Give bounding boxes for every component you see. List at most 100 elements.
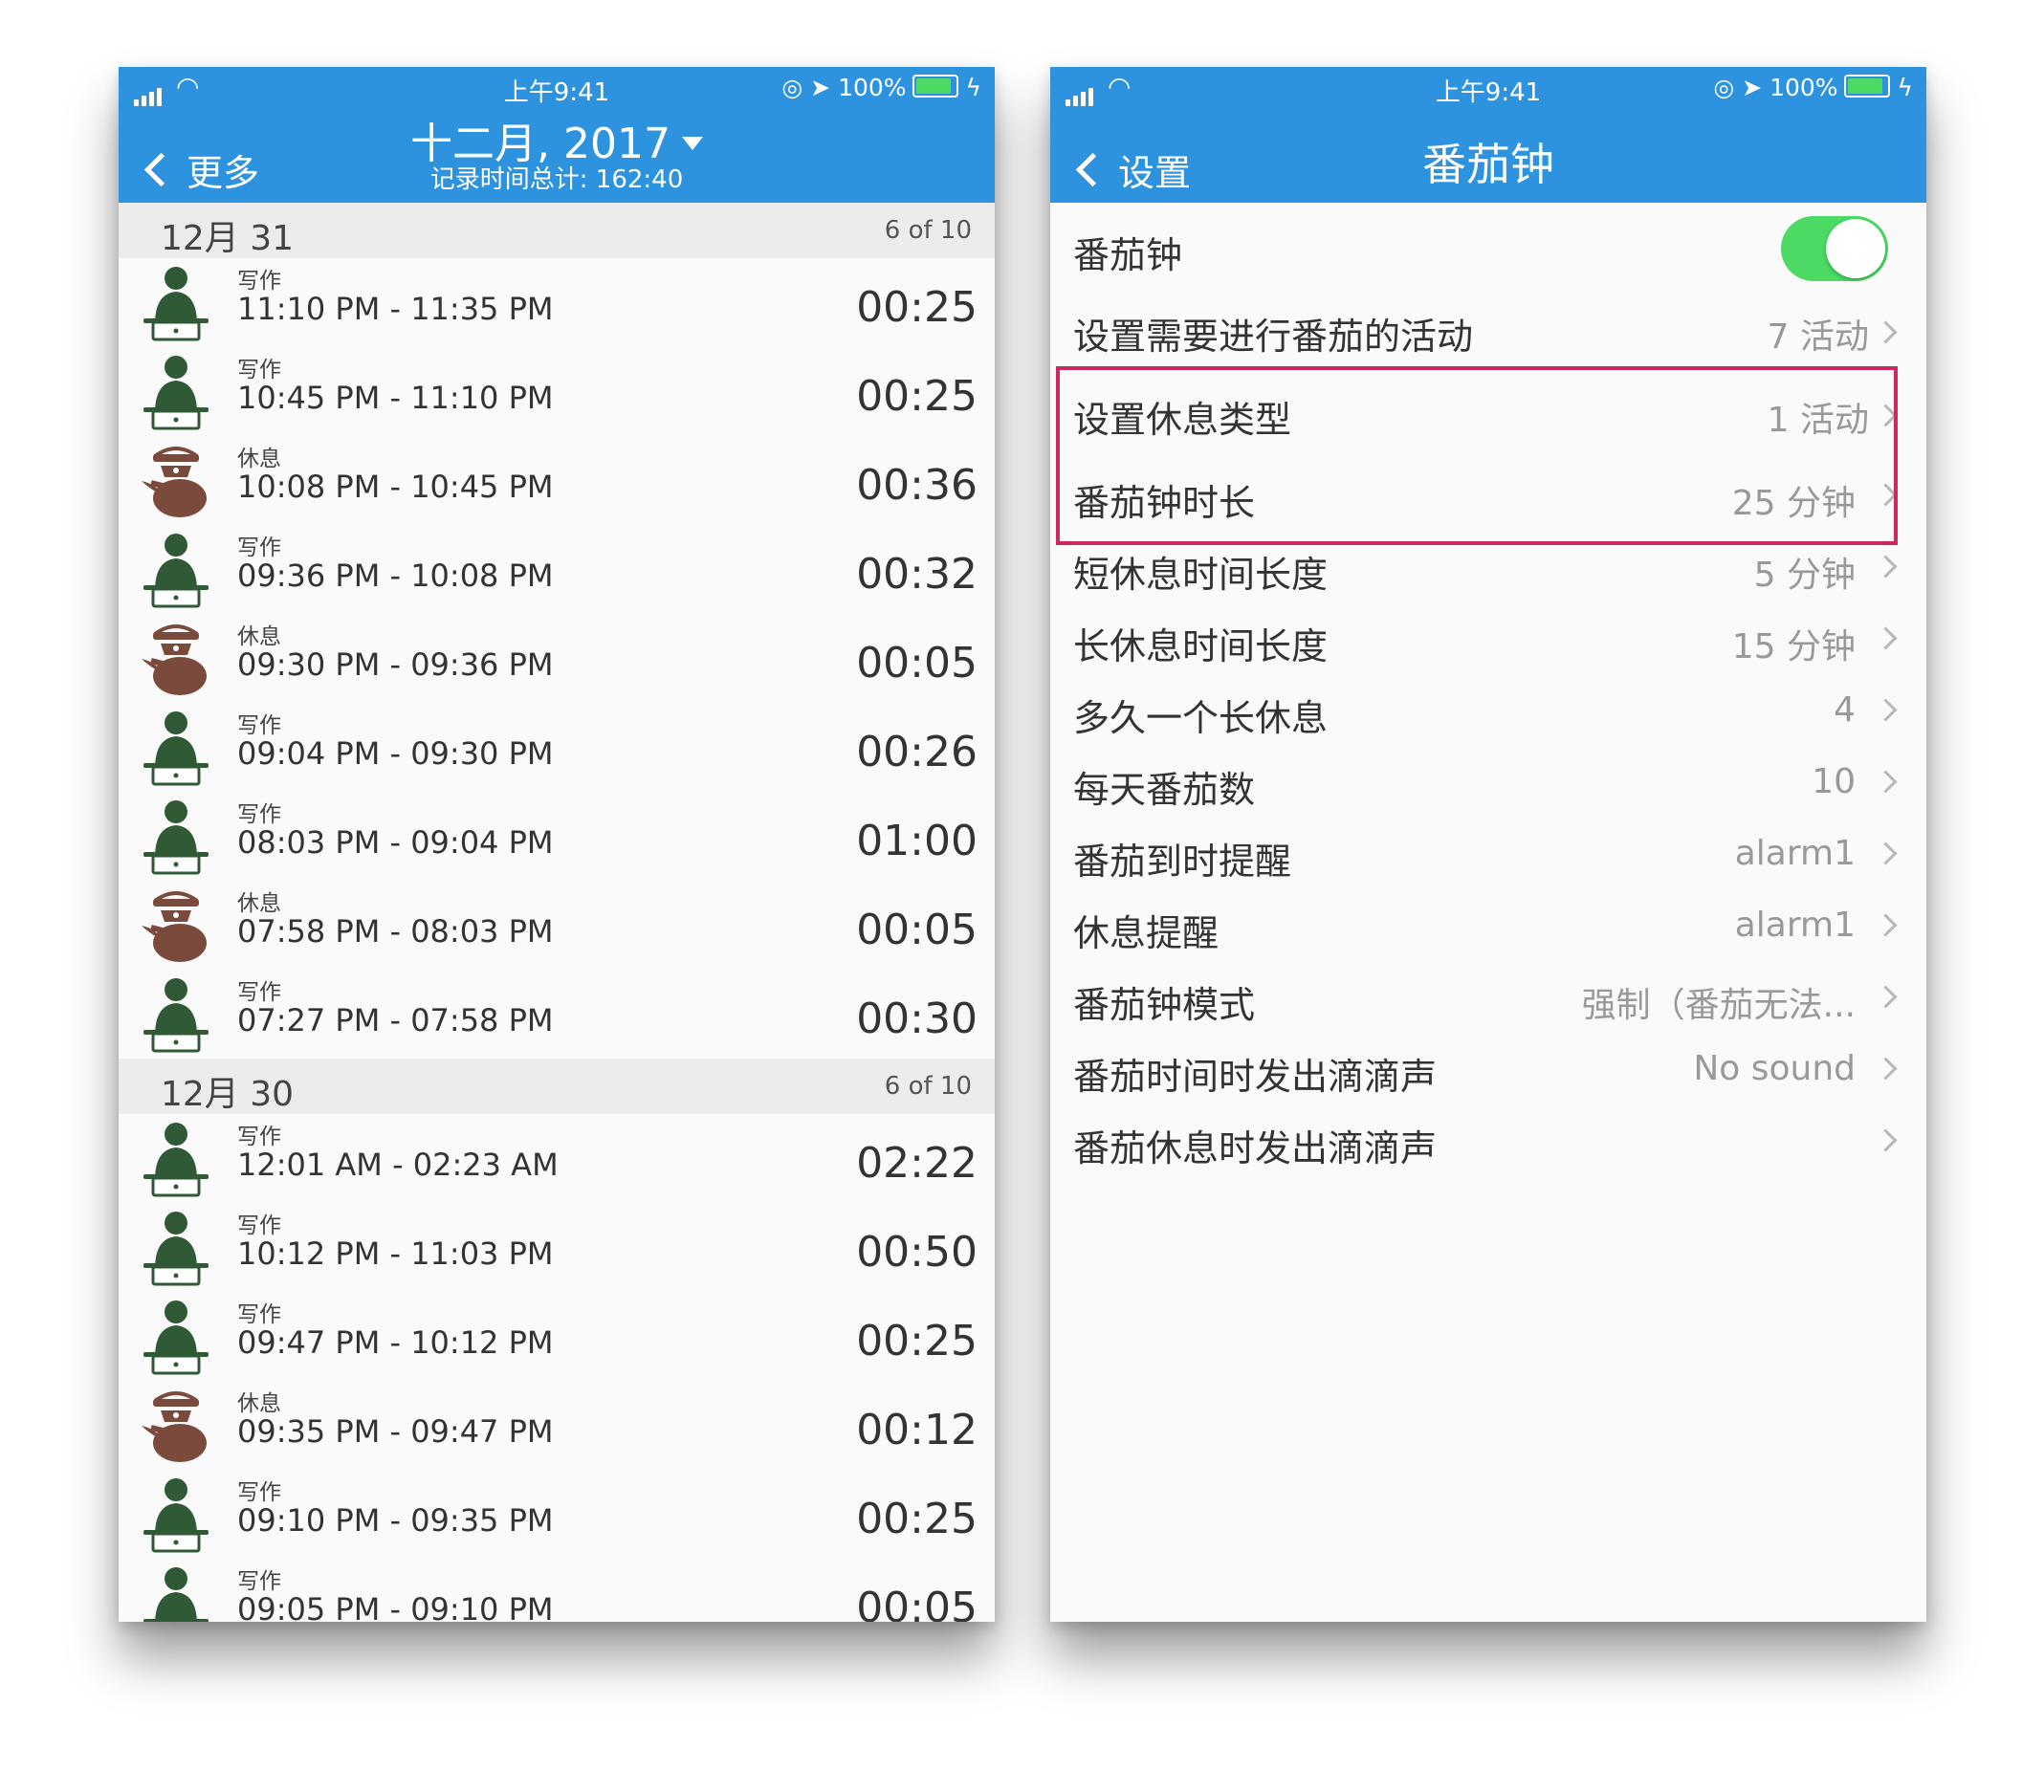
- record-duration: 00:25: [856, 1495, 978, 1543]
- chevron-right-icon: [1874, 1128, 1898, 1152]
- record-duration: 00:26: [856, 728, 978, 776]
- section-date: 12月 31: [161, 219, 295, 258]
- row-value: No sound: [1693, 1049, 1856, 1088]
- record-duration: 00:05: [856, 639, 978, 688]
- toggle-knob: [1826, 219, 1885, 278]
- settings-row[interactable]: 设置需要进行番茄的活动 7 活动: [1050, 292, 1926, 375]
- record-type: 写作: [237, 802, 281, 827]
- record-type: 休息: [237, 624, 281, 649]
- record-row[interactable]: 休息 09:30 PM - 09:36 PM 00:05: [119, 614, 995, 703]
- status-bar: ◠ 上午9:41 ◎ ➤ 100% ϟ: [1050, 67, 1926, 111]
- work-icon: [143, 534, 209, 608]
- work-icon: [143, 711, 209, 786]
- teapot-icon: [142, 624, 207, 695]
- record-duration: 00:25: [856, 283, 978, 332]
- pomodoro-toggle-row[interactable]: 番茄钟: [1050, 203, 1926, 292]
- section-header: 12月 30 6 of 10: [119, 1059, 995, 1114]
- work-icon: [143, 1300, 209, 1375]
- record-type: 休息: [237, 891, 281, 916]
- chevron-right-icon: [1874, 1057, 1898, 1081]
- settings-row[interactable]: 番茄钟模式 强制（番茄无法...: [1050, 960, 1926, 1032]
- work-icon: [143, 800, 209, 875]
- record-row[interactable]: 写作 11:10 PM - 11:35 PM 00:25: [119, 258, 995, 347]
- teapot-icon: [142, 447, 207, 517]
- record-duration: 00:32: [856, 550, 978, 599]
- settings-row[interactable]: 长休息时间长度 15 分钟: [1050, 601, 1926, 673]
- row-label: 多久一个长休息: [1073, 697, 1329, 739]
- settings-row[interactable]: 每天番茄数 10: [1050, 745, 1926, 817]
- record-row[interactable]: 写作 09:05 PM - 09:10 PM 00:05: [119, 1559, 995, 1622]
- record-time-range: 11:10 PM - 11:35 PM: [237, 291, 554, 327]
- row-value: alarm1: [1734, 906, 1856, 945]
- record-row[interactable]: 写作 10:45 PM - 11:10 PM 00:25: [119, 347, 995, 436]
- section-header: 12月 31 6 of 10: [119, 203, 995, 258]
- record-type: 写作: [237, 269, 281, 294]
- record-row[interactable]: 写作 09:47 PM - 10:12 PM 00:25: [119, 1292, 995, 1381]
- row-value: 15 分钟: [1731, 627, 1856, 667]
- chevron-right-icon: [1874, 555, 1898, 579]
- row-label: 短休息时间长度: [1073, 554, 1329, 596]
- record-time-range: 09:36 PM - 10:08 PM: [237, 557, 554, 594]
- teapot-icon: [142, 891, 207, 962]
- lock-rotation-icon: ◎: [781, 74, 803, 101]
- record-duration: 02:22: [856, 1139, 978, 1188]
- chevron-right-icon: [1874, 841, 1898, 865]
- row-label: 番茄钟模式: [1073, 984, 1256, 1026]
- row-label: 番茄到时提醒: [1073, 841, 1292, 883]
- row-label: 休息提醒: [1073, 912, 1220, 954]
- work-icon: [143, 356, 209, 430]
- record-type: 写作: [237, 1480, 281, 1505]
- records-list[interactable]: 12月 31 6 of 10 写作 11:10 PM - 11:35 PM 00:25 写…: [119, 203, 995, 1622]
- battery-percent: 100%: [838, 74, 907, 101]
- record-row[interactable]: 写作 09:04 PM - 09:30 PM 00:26: [119, 703, 995, 792]
- settings-row[interactable]: 多久一个长休息 4: [1050, 673, 1926, 745]
- row-label: 设置需要进行番茄的活动: [1073, 316, 1474, 358]
- settings-row[interactable]: 休息提醒 alarm1: [1050, 888, 1926, 960]
- record-time-range: 09:05 PM - 09:10 PM: [237, 1591, 554, 1622]
- record-duration: 00:25: [856, 372, 978, 421]
- row-label: 每天番茄数: [1073, 769, 1256, 811]
- work-icon: [143, 1478, 209, 1553]
- chevron-right-icon: [1874, 626, 1898, 650]
- record-row[interactable]: 写作 08:03 PM - 09:04 PM 01:00: [119, 792, 995, 881]
- location-icon: ➤: [810, 74, 831, 101]
- work-icon: [143, 267, 209, 341]
- record-row[interactable]: 写作 07:27 PM - 07:58 PM 00:30: [119, 970, 995, 1059]
- status-bar: ◠ 上午9:41 ◎ ➤ 100% ϟ: [119, 67, 995, 111]
- record-time-range: 10:45 PM - 11:10 PM: [237, 380, 554, 416]
- record-time-range: 09:10 PM - 09:35 PM: [237, 1502, 554, 1539]
- record-row[interactable]: 休息 10:08 PM - 10:45 PM 00:36: [119, 436, 995, 525]
- chevron-right-icon: [1874, 985, 1898, 1009]
- nav-bar: ◠ 上午9:41 ◎ ➤ 100% ϟ 更多 十二月, 2017 记录时间总计:…: [119, 67, 995, 203]
- row-label: 番茄钟: [1073, 234, 1183, 276]
- record-type: 写作: [237, 1569, 281, 1594]
- settings-row[interactable]: 番茄休息时发出滴滴声: [1050, 1104, 1926, 1175]
- record-row[interactable]: 休息 09:35 PM - 09:47 PM 00:12: [119, 1381, 995, 1470]
- record-duration: 00:30: [856, 994, 978, 1043]
- record-time-range: 09:35 PM - 09:47 PM: [237, 1413, 554, 1450]
- section-count: 6 of 10: [884, 216, 972, 245]
- settings-row[interactable]: 番茄时间时发出滴滴声 No sound: [1050, 1032, 1926, 1104]
- record-duration: 00:25: [856, 1317, 978, 1366]
- pomodoro-toggle-switch[interactable]: [1781, 216, 1888, 281]
- chevron-right-icon: [1874, 698, 1898, 722]
- settings-row[interactable]: 番茄到时提醒 alarm1: [1050, 817, 1926, 888]
- dropdown-caret-icon: [681, 137, 703, 150]
- record-type: 写作: [237, 358, 281, 382]
- settings-list: 番茄钟 设置需要进行番茄的活动 7 活动 设置休息类型 1 活动 番茄钟时长 25 分钟短…: [1050, 203, 1926, 1175]
- record-time-range: 07:58 PM - 08:03 PM: [237, 913, 554, 950]
- record-type: 休息: [237, 1391, 281, 1416]
- records-screen: ◠ 上午9:41 ◎ ➤ 100% ϟ 更多 十二月, 2017 记录时间总计:…: [119, 67, 995, 1622]
- pomodoro-settings-screen: ◠ 上午9:41 ◎ ➤ 100% ϟ 设置 番茄钟 番茄钟 设置需要进行番茄的…: [1050, 67, 1926, 1622]
- record-row[interactable]: 写作 09:36 PM - 10:08 PM 00:32: [119, 525, 995, 614]
- record-row[interactable]: 写作 12:01 AM - 02:23 AM 02:22: [119, 1114, 995, 1203]
- record-type: 写作: [237, 1302, 281, 1327]
- record-type: 写作: [237, 535, 281, 560]
- record-row[interactable]: 写作 10:12 PM - 11:03 PM 00:50: [119, 1203, 995, 1292]
- record-duration: 01:00: [856, 817, 978, 865]
- record-time-range: 12:01 AM - 02:23 AM: [237, 1147, 559, 1183]
- chevron-right-icon: [1874, 320, 1898, 344]
- battery-percent: 100%: [1769, 74, 1838, 101]
- record-row[interactable]: 写作 09:10 PM - 09:35 PM 00:25: [119, 1470, 995, 1559]
- record-row[interactable]: 休息 07:58 PM - 08:03 PM 00:05: [119, 881, 995, 970]
